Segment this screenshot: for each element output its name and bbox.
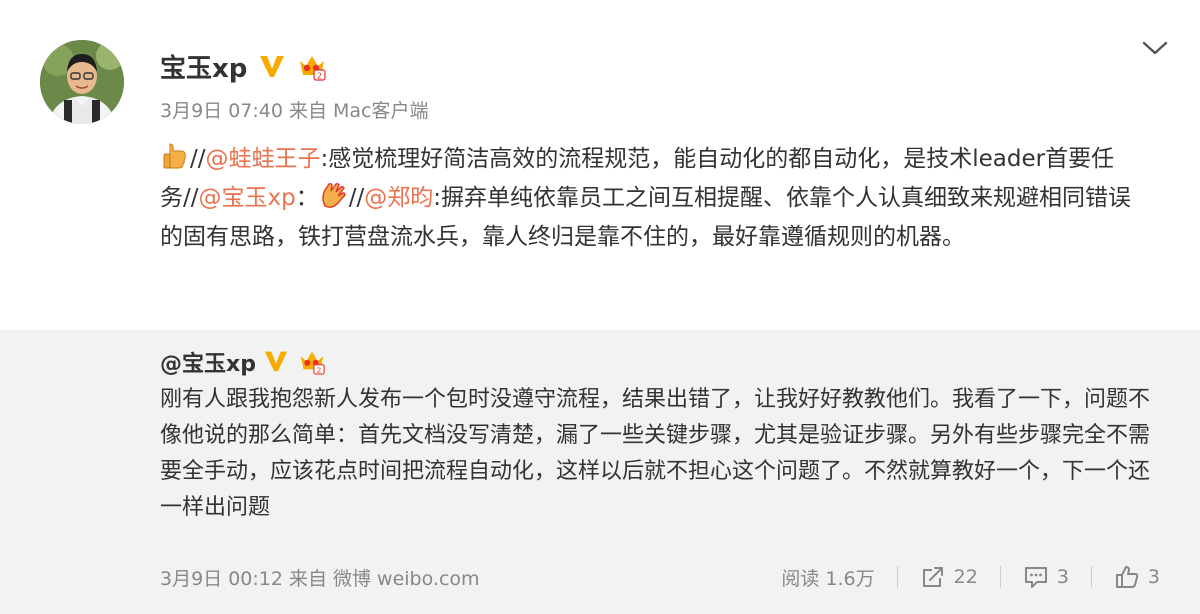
- repost-separator: //: [190, 146, 206, 172]
- quoted-footer: 3月9日 00:12 来自 微博 weibo.com 阅读 1.6万 22 3: [160, 562, 1160, 592]
- mention-link[interactable]: @宝玉xp: [199, 185, 296, 211]
- verified-v-icon[interactable]: [262, 347, 292, 377]
- mention-link[interactable]: @蛙蛙王子: [206, 146, 321, 172]
- comment-icon: [1023, 564, 1049, 590]
- post-client: Mac客户端: [333, 100, 429, 122]
- post-text: //@蛙蛙王子:感觉梳理好简洁高效的流程规范，能自动化的都自动化，是技术lead…: [160, 140, 1150, 257]
- author-row: 宝玉xp 2: [160, 46, 327, 86]
- crown-badge-icon[interactable]: 2: [297, 51, 327, 81]
- quoted-author[interactable]: @宝玉xp: [160, 346, 256, 378]
- quoted-author-row: @宝玉xp 2: [160, 344, 328, 380]
- comment-count: 3: [1056, 566, 1069, 588]
- repost-count: 22: [953, 566, 978, 588]
- quoted-meta: 3月9日 00:12 来自 微博 weibo.com: [160, 564, 480, 591]
- comment-button[interactable]: 3: [1001, 564, 1091, 590]
- like-count: 3: [1147, 566, 1160, 588]
- post-via: 来自: [288, 100, 327, 122]
- post-text-segment: ：: [295, 185, 319, 211]
- quoted-post[interactable]: @宝玉xp 2 刚有人跟我抱怨新人发布一个包时没遵守流程，结果出错了，让我好好教…: [0, 330, 1200, 614]
- quoted-via: 来自: [288, 567, 327, 590]
- verified-v-icon[interactable]: [257, 51, 287, 81]
- stats-bar: 阅读 1.6万 22 3 3: [781, 564, 1160, 591]
- post-meta: 3月9日 07:40 来自 Mac客户端: [160, 96, 428, 123]
- avatar[interactable]: [40, 40, 124, 124]
- mention-link[interactable]: @郑昀: [364, 185, 433, 211]
- chevron-down-icon[interactable]: [1138, 34, 1172, 62]
- svg-text:2: 2: [317, 72, 322, 81]
- thumbs-up-emoji-icon: [160, 141, 190, 171]
- post-time[interactable]: 3月9日 07:40: [160, 96, 283, 123]
- svg-text:2: 2: [317, 366, 322, 375]
- repost-separator: //: [348, 185, 365, 211]
- like-button[interactable]: 3: [1092, 564, 1160, 590]
- author-name[interactable]: 宝玉xp: [160, 48, 247, 85]
- quoted-text: 刚有人跟我抱怨新人发布一个包时没遵守流程，结果出错了，让我好好教教他们。我看了一…: [160, 387, 1151, 520]
- read-count: 阅读 1.6万: [781, 564, 896, 591]
- repost-button[interactable]: 22: [898, 564, 1000, 590]
- clap-emoji-icon: [319, 180, 349, 210]
- read-count-label: 阅读 1.6万: [781, 567, 875, 590]
- quoted-time[interactable]: 3月9日 00:12: [160, 564, 283, 591]
- crown-badge-icon[interactable]: 2: [298, 347, 328, 377]
- quoted-client: 微博 weibo.com: [333, 567, 480, 590]
- repost-icon: [920, 564, 946, 590]
- weibo-post: 宝玉xp 2 3月9日 07:40 来自 Mac客户端 //@蛙蛙王子:感觉梳理…: [0, 0, 1200, 330]
- like-icon: [1114, 564, 1140, 590]
